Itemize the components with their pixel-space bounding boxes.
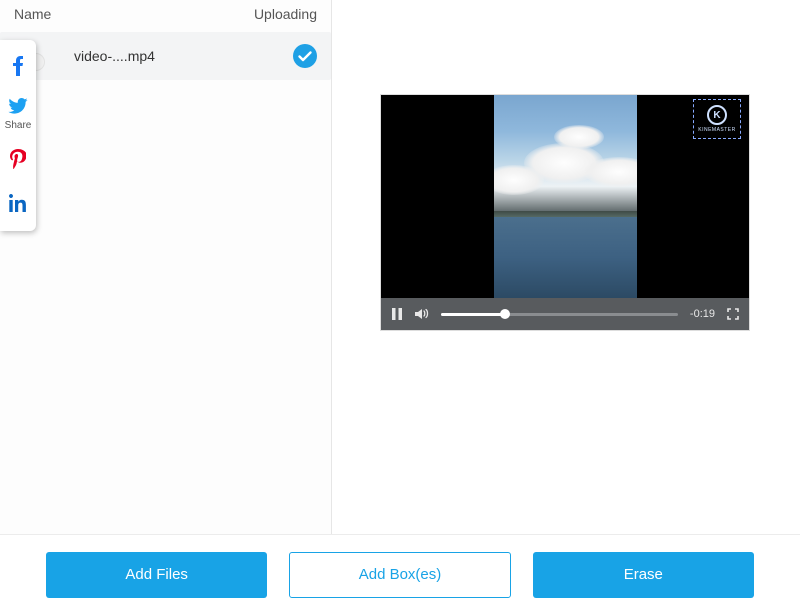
fullscreen-icon [727, 308, 739, 320]
progress-thumb[interactable] [500, 309, 510, 319]
file-list-header: Name Uploading [0, 0, 331, 32]
column-header-status: Uploading [254, 6, 317, 22]
time-remaining: -0:19 [690, 308, 715, 320]
pinterest-icon [10, 149, 26, 169]
watermark-box[interactable]: K KINEMASTER [693, 99, 741, 139]
share-facebook[interactable] [0, 44, 36, 88]
erase-button[interactable]: Erase [533, 552, 754, 598]
social-share-bar: Share [0, 40, 36, 231]
watermark-text: KINEMASTER [698, 127, 736, 133]
upload-complete-icon [293, 44, 317, 68]
add-boxes-button[interactable]: Add Box(es) [289, 552, 510, 598]
video-controls: -0:19 [381, 298, 749, 330]
volume-button[interactable] [415, 308, 429, 320]
twitter-icon [8, 98, 28, 114]
share-linkedin[interactable] [0, 181, 36, 225]
video-player: K KINEMASTER -0:19 [380, 94, 750, 331]
main-container: Name Uploading video-....mp4 K [0, 0, 800, 534]
video-frame [494, 95, 637, 298]
preview-panel: K KINEMASTER -0:19 [332, 0, 800, 534]
facebook-icon [12, 56, 24, 76]
pause-icon [391, 308, 403, 320]
fullscreen-button[interactable] [727, 308, 739, 320]
progress-bar[interactable] [441, 313, 678, 316]
share-twitter[interactable] [0, 88, 36, 124]
video-canvas[interactable]: K KINEMASTER [381, 95, 749, 298]
column-header-name: Name [14, 6, 51, 22]
add-files-button[interactable]: Add Files [46, 552, 267, 598]
kinemaster-icon: K [707, 105, 727, 125]
table-row[interactable]: video-....mp4 [0, 32, 331, 80]
linkedin-icon [9, 194, 27, 212]
share-pinterest[interactable] [0, 137, 36, 181]
share-label: Share [5, 120, 32, 131]
pause-button[interactable] [391, 308, 403, 320]
file-list-panel: Name Uploading video-....mp4 [0, 0, 332, 534]
volume-icon [415, 308, 429, 320]
bottom-toolbar: Add Files Add Box(es) Erase [0, 534, 800, 614]
